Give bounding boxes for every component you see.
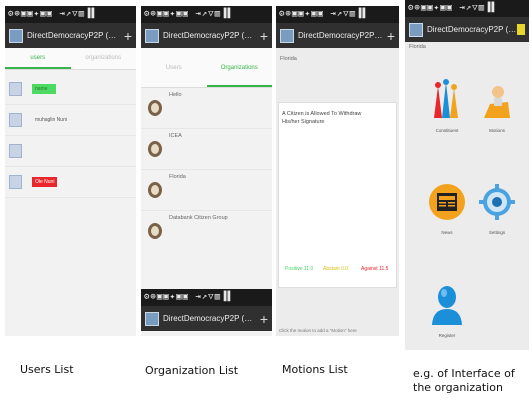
caption-organizations: Organization List (145, 364, 239, 377)
app-icon (9, 28, 23, 43)
add-icon[interactable]: + (384, 28, 395, 44)
app-title: DirectDemocracyP2P (DDP... (163, 314, 257, 323)
status-bar: ⚙⊕▣▣✦▣▣ ⇥↗▽▥▐▌ (276, 6, 399, 23)
org-icon (148, 141, 162, 157)
avatar-icon (9, 175, 22, 189)
caption-users: Users List (20, 363, 74, 376)
list-item[interactable]: Databank Citizen Group (141, 211, 272, 252)
motion-card[interactable]: A Citizen is Allowed To Withdraw His/her… (278, 102, 397, 288)
feature-label: Motions (489, 128, 505, 133)
list-item[interactable]: Florida (141, 170, 272, 211)
caption-motions: Motions List (282, 363, 348, 376)
gear-icon (479, 184, 515, 220)
caption-interface: e.g. of Interface of the organization (413, 367, 515, 394)
status-bar: ⚙⊕▣▣✦▣▣ ⇥↗▽▥▐▌ (141, 6, 272, 23)
vote-against: Against 11.5 (361, 266, 389, 272)
org-icon (148, 182, 162, 198)
feature-register[interactable]: Register (425, 283, 469, 338)
tab-bar: Users Organizations (141, 48, 272, 88)
feature-news[interactable]: News (425, 182, 469, 235)
org-name: ICEA (169, 133, 182, 139)
feature-label: Settings (488, 230, 506, 235)
app-title: DirectDemocracyP2P (DDP... (163, 31, 257, 40)
status-bar: ⚙⊕▣▣✦▣▣ ⇥↗▽▥▐▌ (405, 0, 529, 17)
avatar-icon (9, 82, 22, 96)
feature-constituent[interactable]: Constituent (425, 78, 469, 133)
vote-abstain: Abstain 0.0 (323, 266, 349, 272)
motions-list-screen: ⚙⊕▣▣✦▣▣ ⇥↗▽▥▐▌ DirectDemocracyP2P (DDP..… (276, 6, 399, 336)
app-icon (145, 311, 159, 326)
list-item[interactable]: muhaglin Nuni (5, 105, 136, 136)
app-icon (280, 28, 294, 43)
motions-icon (484, 86, 510, 118)
motion-title: A Citizen is Allowed To Withdraw His/her… (282, 111, 362, 125)
news-icon (429, 184, 465, 220)
action-bar: DirectDemocracyP2P (DDP... + (141, 23, 272, 48)
user-name (32, 149, 38, 153)
list-item[interactable]: Ole Nuni (5, 167, 136, 198)
feature-label: Constituent (435, 128, 459, 133)
feature-settings[interactable]: Settings (475, 182, 519, 235)
tab-organizations[interactable]: Organizations (206, 58, 272, 87)
org-name: Databank Citizen Group (169, 215, 228, 221)
user-list: name muhaglin Nuni Ole Nuni (5, 70, 136, 198)
org-list: Hello ICEA Florida Databank Citizen Grou… (141, 88, 272, 252)
list-item[interactable]: name (5, 74, 136, 105)
list-item[interactable] (5, 136, 136, 167)
org-name: Florida (169, 174, 186, 180)
tab-organizations[interactable]: organizations (71, 48, 137, 69)
vote-positive: Positive 11.0 (285, 266, 314, 272)
feature-label: News (441, 230, 453, 235)
avatar-icon (9, 113, 22, 127)
user-name: Ole Nuni (32, 177, 58, 187)
app-title: DirectDemocracyP2P (DDP... (427, 25, 517, 34)
action-bar: DirectDemocracyP2P (DDP... + (5, 23, 136, 48)
action-bar: DirectDemocracyP2P (DDP... (405, 17, 529, 42)
user-name: muhaglin Nuni (35, 117, 67, 123)
users-list-screen: ⚙⊕▣▣✦▣▣ ⇥↗▽▥▐▌ DirectDemocracyP2P (DDP..… (5, 6, 136, 336)
breadcrumb: Florida (409, 44, 426, 50)
add-icon[interactable]: + (257, 28, 268, 44)
bookmark-icon[interactable] (517, 24, 525, 35)
list-item[interactable]: ICEA (141, 129, 272, 170)
add-icon[interactable]: + (257, 311, 268, 327)
org-name: Hello (169, 92, 182, 98)
organization-interface-screen: ⚙⊕▣▣✦▣▣ ⇥↗▽▥▐▌ DirectDemocracyP2P (DDP..… (405, 0, 529, 350)
tab-users[interactable]: users (5, 48, 71, 69)
status-bar: ⚙⊕▣▣✦▣▣ ⇥↗▽▥▐▌ (5, 6, 136, 23)
action-bar: DirectDemocracyP2P (DDP... + (141, 306, 272, 331)
app-title: DirectDemocracyP2P (DDP... (27, 31, 121, 40)
hint-text: Click the motion to add a "Motion" here (279, 328, 357, 333)
action-bar: DirectDemocracyP2P (DDP... + (276, 23, 399, 48)
organization-list-screen: ⚙⊕▣▣✦▣▣ ⇥↗▽▥▐▌ DirectDemocracyP2P (DDP..… (141, 6, 272, 336)
tab-bar: users organizations (5, 48, 136, 70)
user-name: name (32, 84, 56, 94)
app-title: DirectDemocracyP2P (DDP... (298, 31, 384, 40)
list-item[interactable]: Hello (141, 88, 272, 129)
feature-label: Register (438, 333, 456, 338)
user-icon (432, 286, 462, 325)
breadcrumb: Florida (280, 56, 297, 62)
app-icon (145, 28, 159, 43)
second-screen-header: ⚙⊕▣▣✦▣▣ ⇥↗▽▥▐▌ DirectDemocracyP2P (DDP..… (141, 289, 272, 331)
feature-motions[interactable]: Motions (475, 84, 519, 133)
app-icon (409, 22, 423, 37)
constituent-icon (434, 79, 458, 118)
tab-users[interactable]: Users (141, 58, 207, 87)
org-icon (148, 100, 162, 116)
org-icon (148, 223, 162, 239)
status-bar: ⚙⊕▣▣✦▣▣ ⇥↗▽▥▐▌ (141, 289, 272, 306)
avatar-icon (9, 144, 22, 158)
add-icon[interactable]: + (121, 28, 132, 44)
